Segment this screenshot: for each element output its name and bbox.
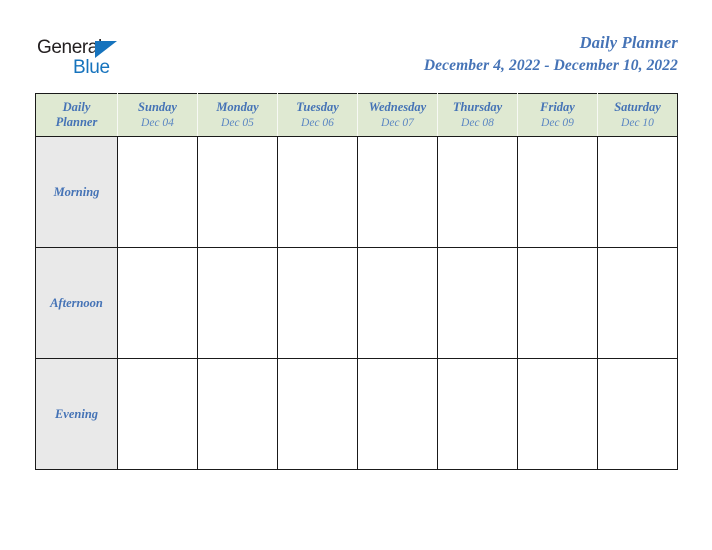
- slot-morning-friday[interactable]: [517, 136, 598, 248]
- slot-morning-wednesday[interactable]: [357, 136, 438, 248]
- table-corner-cell: Daily Planner: [35, 93, 118, 137]
- logo-word-general: General: [37, 37, 102, 58]
- slot-afternoon-sunday[interactable]: [117, 247, 198, 359]
- day-name: Friday: [540, 99, 575, 114]
- day-date: Dec 10: [621, 116, 654, 129]
- row-label-text: Evening: [54, 407, 99, 421]
- page-title: Daily Planner: [579, 33, 678, 52]
- slot-evening-saturday[interactable]: [597, 358, 678, 470]
- slot-afternoon-monday[interactable]: [197, 247, 278, 359]
- table-row: Afternoon: [35, 247, 678, 359]
- slot-evening-tuesday[interactable]: [277, 358, 358, 470]
- triangle-icon: [95, 41, 117, 58]
- day-date: Dec 04: [141, 116, 174, 129]
- day-name: Monday: [216, 99, 259, 114]
- slot-evening-wednesday[interactable]: [357, 358, 438, 470]
- row-label-afternoon: Afternoon: [35, 247, 118, 359]
- slot-afternoon-wednesday[interactable]: [357, 247, 438, 359]
- day-date: Dec 07: [381, 116, 414, 129]
- title-block: Daily Planner December 4, 2022 - Decembe…: [424, 33, 678, 76]
- general-blue-logo: General Blue: [37, 38, 127, 80]
- planner-table: Daily Planner Sunday Dec 04 Monday Dec 0…: [35, 93, 678, 470]
- slot-evening-thursday[interactable]: [437, 358, 518, 470]
- slot-evening-sunday[interactable]: [117, 358, 198, 470]
- row-label-text: Afternoon: [50, 296, 103, 310]
- day-date: Dec 08: [461, 116, 494, 129]
- day-date: Dec 06: [301, 116, 334, 129]
- date-range-label: December 4, 2022 - December 10, 2022: [423, 57, 678, 74]
- corner-label-line1: Daily: [62, 100, 91, 114]
- slot-evening-monday[interactable]: [197, 358, 278, 470]
- slot-morning-sunday[interactable]: [117, 136, 198, 248]
- slot-afternoon-tuesday[interactable]: [277, 247, 358, 359]
- day-name: Wednesday: [368, 99, 427, 114]
- column-header-wednesday: Wednesday Dec 07: [357, 93, 438, 137]
- day-date: Dec 09: [541, 116, 574, 129]
- column-header-friday: Friday Dec 09: [517, 93, 598, 137]
- page-header: General Blue Daily Planner December 4, 2…: [0, 0, 712, 90]
- column-header-thursday: Thursday Dec 08: [437, 93, 518, 137]
- slot-evening-friday[interactable]: [517, 358, 598, 470]
- day-date: Dec 05: [221, 116, 254, 129]
- table-row: Morning: [35, 136, 678, 248]
- column-header-monday: Monday Dec 05: [197, 93, 278, 137]
- row-label-text: Morning: [53, 185, 100, 199]
- slot-morning-tuesday[interactable]: [277, 136, 358, 248]
- day-name: Sunday: [138, 99, 177, 114]
- table-header-row: Daily Planner Sunday Dec 04 Monday Dec 0…: [35, 93, 678, 137]
- daily-planner-page: General Blue Daily Planner December 4, 2…: [0, 0, 712, 550]
- slot-afternoon-saturday[interactable]: [597, 247, 678, 359]
- slot-afternoon-friday[interactable]: [517, 247, 598, 359]
- corner-label-line2: Planner: [55, 115, 98, 129]
- row-label-morning: Morning: [35, 136, 118, 248]
- column-header-sunday: Sunday Dec 04: [117, 93, 198, 137]
- logo-word-blue: Blue: [73, 57, 110, 78]
- day-name: Thursday: [452, 99, 503, 114]
- column-header-tuesday: Tuesday Dec 06: [277, 93, 358, 137]
- slot-morning-saturday[interactable]: [597, 136, 678, 248]
- slot-morning-monday[interactable]: [197, 136, 278, 248]
- row-label-evening: Evening: [35, 358, 118, 470]
- day-name: Saturday: [614, 99, 661, 114]
- slot-morning-thursday[interactable]: [437, 136, 518, 248]
- table-row: Evening: [35, 358, 678, 470]
- day-name: Tuesday: [296, 99, 339, 114]
- slot-afternoon-thursday[interactable]: [437, 247, 518, 359]
- column-header-saturday: Saturday Dec 10: [597, 93, 678, 137]
